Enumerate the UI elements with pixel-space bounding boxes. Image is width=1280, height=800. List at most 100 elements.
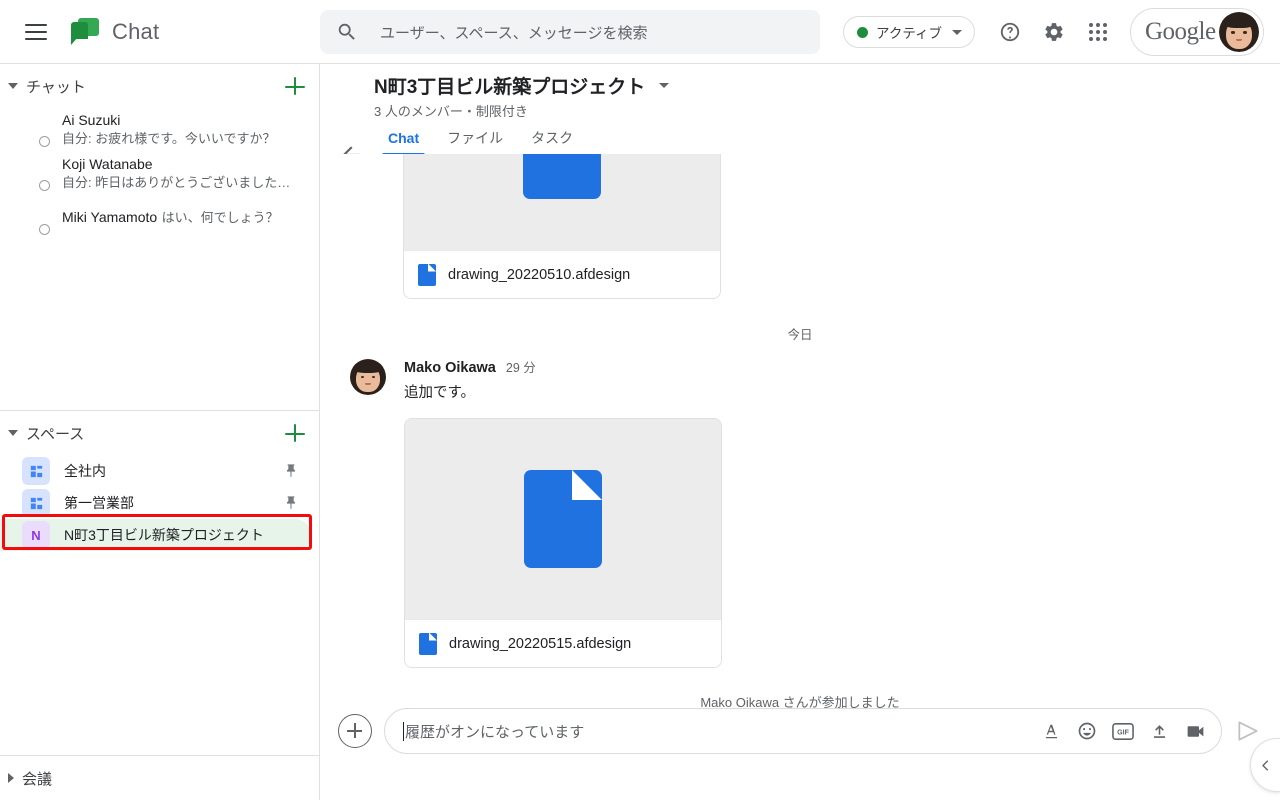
format-text-icon[interactable] bbox=[1037, 717, 1065, 745]
page-title: N町3丁目ビル新築プロジェクト bbox=[374, 77, 646, 98]
sidebar-section-spaces-label: スペース bbox=[26, 425, 85, 443]
message-item: Mako Oikawa 29 分 追加です。 drawing_20220515. bbox=[320, 357, 1280, 668]
help-button[interactable] bbox=[990, 12, 1030, 52]
sidebar-section-meetings-header[interactable]: 会議 bbox=[0, 756, 319, 800]
sidebar-item-space-sales[interactable]: 第一営業部 bbox=[0, 487, 311, 519]
message-list[interactable]: drawing_20220510.afdesign 今日 Mako Oikawa… bbox=[320, 154, 1280, 752]
app-name: Chat bbox=[112, 19, 160, 44]
sidebar-section-chat-label: チャット bbox=[26, 78, 86, 96]
chevron-down-icon bbox=[8, 430, 18, 436]
video-icon[interactable] bbox=[1181, 717, 1209, 745]
sidebar-section-spaces[interactable]: スペース bbox=[0, 411, 319, 455]
attachment-card[interactable]: drawing_20220515.afdesign bbox=[404, 418, 722, 668]
account-chip[interactable]: Google bbox=[1130, 8, 1264, 56]
google-wordmark: Google bbox=[1145, 18, 1216, 45]
message-body: Mako Oikawa 29 分 追加です。 drawing_20220515. bbox=[404, 357, 1280, 668]
text-cursor bbox=[403, 721, 404, 741]
avatar bbox=[16, 158, 50, 191]
message-input[interactable]: 履歴がオンになっています GIF bbox=[384, 708, 1222, 754]
gif-icon[interactable]: GIF bbox=[1109, 717, 1137, 745]
conversation-panel: N町3丁目ビル新築プロジェクト 3 人のメンバー・制限付き Chat ファイル … bbox=[320, 64, 1280, 800]
chevron-down-icon[interactable] bbox=[659, 83, 670, 88]
space-label: 全社内 bbox=[64, 463, 106, 479]
sidebar-item-space-all-company[interactable]: 全社内 bbox=[0, 455, 311, 487]
chat-item-snippet: はい、何でしょう？ bbox=[161, 210, 279, 225]
file-icon bbox=[419, 632, 437, 655]
conversation-tabs: Chat ファイル タスク bbox=[374, 122, 587, 156]
file-icon bbox=[418, 263, 436, 286]
presence-indicator-icon bbox=[39, 136, 50, 147]
space-label: 第一営業部 bbox=[64, 495, 134, 511]
avatar[interactable] bbox=[1219, 12, 1259, 52]
day-divider: 今日 bbox=[787, 328, 813, 342]
avatar bbox=[16, 114, 50, 147]
document-icon bbox=[524, 470, 602, 568]
people-icon bbox=[22, 489, 50, 517]
message-timestamp: 29 分 bbox=[505, 361, 536, 375]
search-input[interactable]: ユーザー、スペース、メッセージを検索 bbox=[320, 10, 820, 54]
chevron-right-icon bbox=[8, 773, 14, 783]
space-label: N町3丁目ビル新築プロジェクト bbox=[64, 527, 264, 543]
attachment-preview bbox=[405, 419, 721, 619]
tab-tasks[interactable]: タスク bbox=[517, 122, 587, 154]
tab-chat[interactable]: Chat bbox=[374, 122, 433, 156]
tab-files[interactable]: ファイル bbox=[433, 122, 517, 154]
sidebar-item-space-project[interactable]: N N町3丁目ビル新築プロジェクト bbox=[0, 519, 311, 551]
upload-icon[interactable] bbox=[1145, 717, 1173, 745]
status-dot-icon bbox=[857, 26, 868, 38]
sidebar: チャット Ai Suzuki 自分: お疲れ様です。今いいですか？ Koji W… bbox=[0, 64, 320, 800]
gear-icon bbox=[1043, 21, 1065, 43]
conversation-header: N町3丁目ビル新築プロジェクト 3 人のメンバー・制限付き Chat ファイル … bbox=[320, 64, 1280, 170]
google-chat-app: Chat ユーザー、スペース、メッセージを検索 アクティブ Google チャッ… bbox=[0, 0, 1280, 800]
new-chat-button[interactable] bbox=[283, 74, 307, 98]
presence-indicator-icon bbox=[39, 224, 50, 235]
compose-bar: 履歴がオンになっています GIF bbox=[320, 702, 1280, 760]
apps-grid-icon bbox=[1089, 23, 1107, 41]
chevron-down-icon bbox=[952, 29, 963, 35]
settings-button[interactable] bbox=[1034, 12, 1074, 52]
compose-placeholder: 履歴がオンになっています bbox=[405, 723, 585, 741]
pin-icon[interactable] bbox=[283, 495, 299, 511]
pin-icon[interactable] bbox=[283, 463, 299, 479]
chevron-down-icon bbox=[8, 83, 18, 89]
attachment-card[interactable]: drawing_20220510.afdesign bbox=[403, 154, 721, 299]
status-label: アクティブ bbox=[876, 26, 943, 41]
help-icon bbox=[999, 21, 1021, 43]
plus-circle-icon[interactable] bbox=[338, 714, 372, 748]
chat-list-item[interactable]: Ai Suzuki 自分: お疲れ様です。今いいですか？ bbox=[0, 108, 319, 152]
status-selector[interactable]: アクティブ bbox=[843, 16, 976, 48]
people-icon bbox=[22, 457, 50, 485]
search-container: ユーザー、スペース、メッセージを検索 bbox=[320, 10, 820, 54]
svg-text:GIF: GIF bbox=[1117, 729, 1129, 736]
attachment-file-name: drawing_20220515.afdesign bbox=[449, 635, 632, 652]
chevron-left-icon bbox=[1258, 758, 1273, 773]
sidebar-section-meetings-label: 会議 bbox=[22, 770, 53, 788]
avatar bbox=[16, 202, 50, 235]
chat-list-item[interactable]: Miki Yamamoto はい、何でしょう？ bbox=[0, 196, 319, 240]
presence-indicator-icon bbox=[39, 180, 50, 191]
hamburger-menu-icon[interactable] bbox=[12, 8, 60, 56]
sidebar-section-meetings: 会議 bbox=[0, 755, 319, 800]
apps-grid-button[interactable] bbox=[1078, 12, 1118, 52]
search-icon bbox=[336, 21, 358, 43]
attachment-footer: drawing_20220515.afdesign bbox=[405, 619, 721, 667]
emoji-icon[interactable] bbox=[1073, 717, 1101, 745]
chat-item-name: Ai Suzuki bbox=[62, 112, 121, 128]
new-space-button[interactable] bbox=[283, 421, 307, 445]
avatar[interactable] bbox=[350, 359, 386, 395]
google-chat-logo bbox=[70, 17, 100, 47]
message-header: Mako Oikawa 29 分 bbox=[404, 357, 1280, 376]
conversation-subtitle: 3 人のメンバー・制限付き bbox=[374, 104, 528, 119]
attachment-preview bbox=[404, 154, 720, 250]
conversation-title-row[interactable]: N町3丁目ビル新築プロジェクト bbox=[374, 72, 670, 99]
app-brand[interactable]: Chat bbox=[70, 17, 159, 47]
sidebar-section-chat[interactable]: チャット bbox=[0, 64, 319, 108]
chat-item-name: Miki Yamamoto bbox=[62, 209, 158, 225]
compose-icon-group: GIF bbox=[1037, 717, 1209, 745]
message-author: Mako Oikawa bbox=[404, 360, 496, 376]
letter-icon: N bbox=[22, 521, 50, 549]
document-icon bbox=[523, 154, 601, 199]
chat-item-snippet: 自分: お疲れ様です。今いいですか？ bbox=[62, 131, 276, 146]
chat-item-snippet: 自分: 昨日はありがとうございました… bbox=[62, 175, 291, 190]
chat-list-item[interactable]: Koji Watanabe 自分: 昨日はありがとうございました… bbox=[0, 152, 319, 196]
